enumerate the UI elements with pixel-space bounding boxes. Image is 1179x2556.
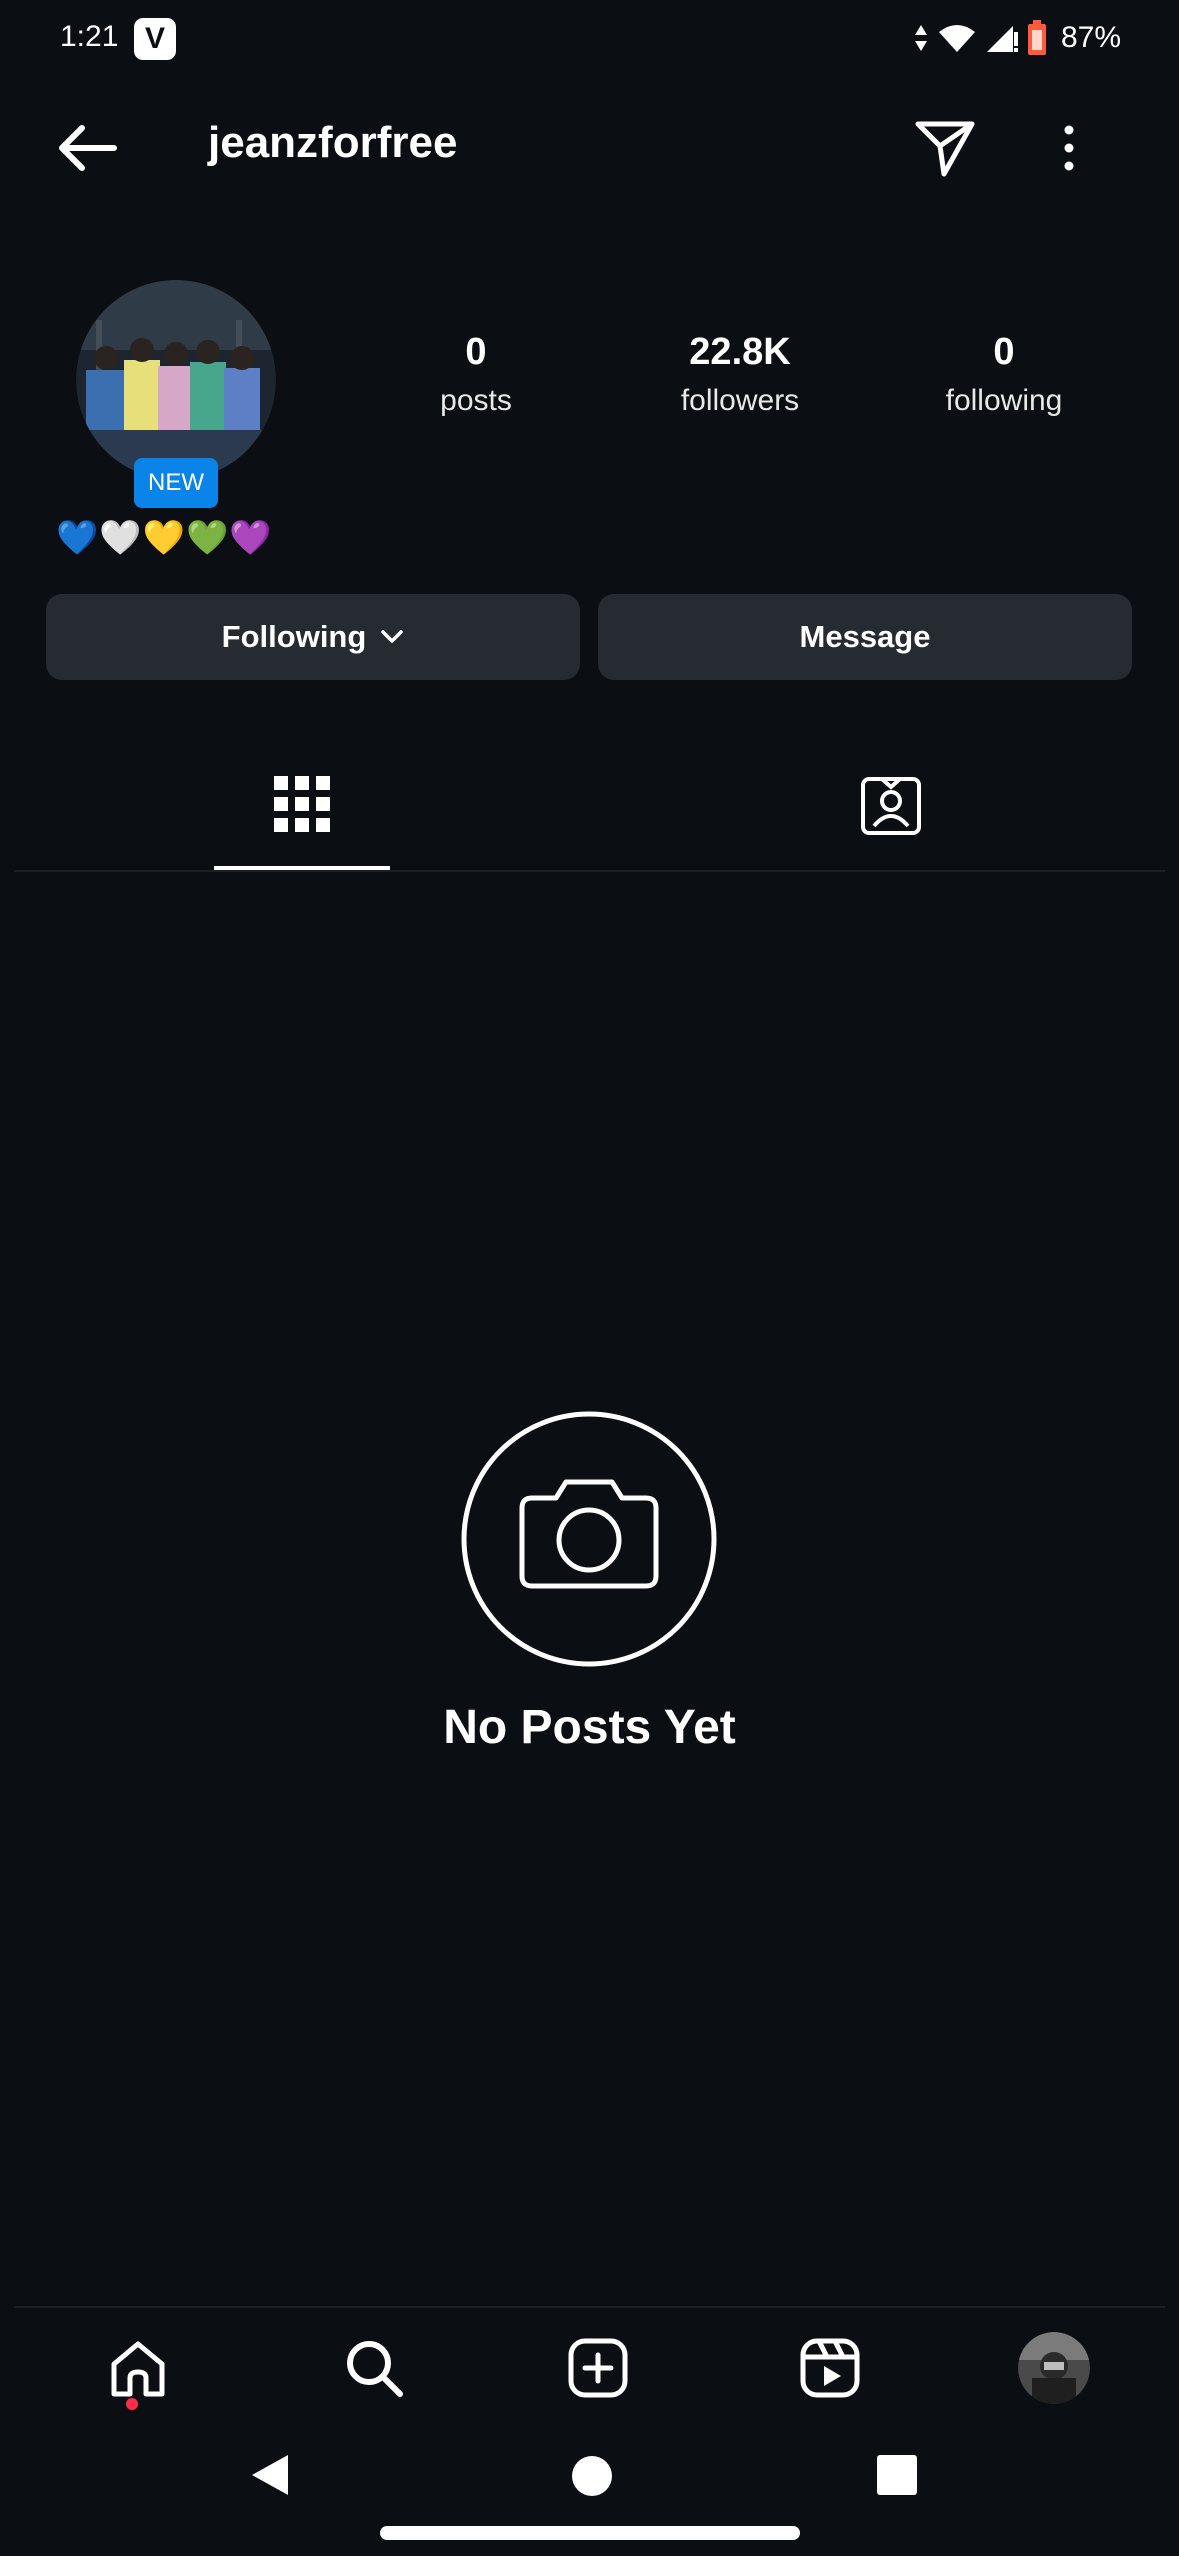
message-button[interactable]: Message: [598, 594, 1132, 680]
back-arrow-icon[interactable]: [54, 120, 118, 176]
profile-username: jeanzforfree: [208, 118, 458, 167]
new-badge: NEW: [134, 458, 218, 508]
gesture-handle[interactable]: [380, 2526, 800, 2540]
home-notification-dot: [126, 2398, 138, 2410]
followers-stat[interactable]: 22.8K followers: [630, 330, 850, 418]
following-label: following: [945, 384, 1063, 417]
tabs-divider: [14, 870, 1165, 872]
empty-state-title: No Posts Yet: [443, 1701, 736, 1754]
posts-stat[interactable]: 0 posts: [366, 330, 586, 418]
profile-bio: 💙🤍💛💚💜: [56, 519, 273, 557]
bottom-nav-divider: [14, 2306, 1165, 2308]
tab-tagged[interactable]: [774, 736, 1008, 872]
posts-count: 0: [465, 331, 487, 373]
system-navigation-bar: [14, 2430, 1165, 2556]
signal-icon: [986, 26, 1018, 52]
app-screen: 1:21 V 87% jeanzforfree NEW 💙🤍💛💚💜 0 post…: [14, 0, 1165, 2556]
following-button-label: Following: [221, 619, 367, 654]
nav-create[interactable]: [558, 2328, 638, 2408]
home-icon: [111, 2341, 165, 2397]
nav-search[interactable]: [334, 2328, 414, 2408]
system-back-icon[interactable]: [244, 2450, 294, 2500]
nav-profile[interactable]: [1014, 2328, 1094, 2408]
system-recents-icon[interactable]: [876, 2454, 918, 2496]
create-icon: [568, 2338, 628, 2398]
profile-header: jeanzforfree: [14, 100, 1165, 196]
followers-count: 22.8K: [689, 331, 791, 373]
status-icons: 87%: [913, 16, 1121, 60]
posts-label: posts: [440, 384, 512, 417]
battery-icon: [1027, 20, 1046, 55]
system-home-icon[interactable]: [570, 2454, 614, 2498]
camera-icon: [461, 1411, 717, 1667]
following-stat[interactable]: 0 following: [894, 330, 1114, 418]
profile-avatar-icon: [1018, 2332, 1090, 2404]
reels-icon: [800, 2338, 860, 2398]
send-message-icon[interactable]: [910, 112, 980, 182]
more-options-icon[interactable]: [1054, 118, 1084, 178]
profile-stats: 0 posts 22.8K followers 0 following: [14, 330, 1165, 440]
wifi-icon: [938, 25, 975, 52]
data-transfer-icon: [914, 25, 927, 51]
battery-level: 87%: [1060, 21, 1121, 54]
status-time: 1:21: [60, 20, 119, 53]
tab-posts-grid[interactable]: [214, 736, 390, 872]
status-bar: 1:21 V 87%: [14, 0, 1165, 80]
bottom-navigation: [14, 2310, 1165, 2428]
followers-label: followers: [680, 384, 800, 417]
nav-reels[interactable]: [790, 2328, 870, 2408]
tagged-icon: [861, 777, 921, 835]
following-count: 0: [993, 331, 1015, 373]
app-notification-icon: V: [134, 18, 176, 60]
grid-icon: [274, 776, 330, 832]
nav-home[interactable]: [98, 2328, 178, 2408]
following-button[interactable]: Following: [46, 594, 580, 680]
search-icon: [347, 2341, 403, 2397]
chevron-down-icon: [381, 630, 404, 643]
message-button-label: Message: [799, 619, 931, 654]
